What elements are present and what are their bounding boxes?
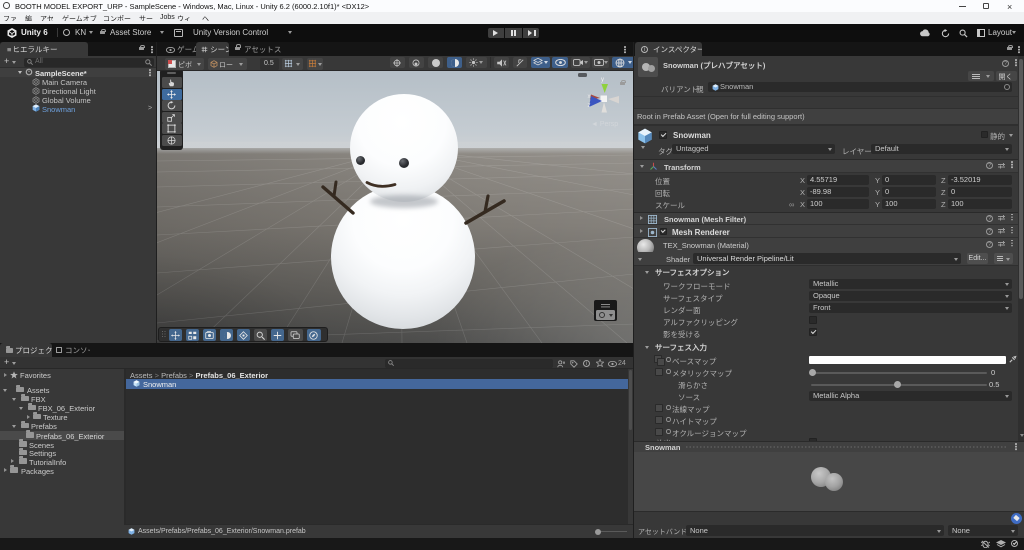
svg-text:z: z	[588, 103, 591, 109]
svg-text:x: x	[588, 94, 591, 100]
svg-text:y: y	[601, 77, 604, 83]
